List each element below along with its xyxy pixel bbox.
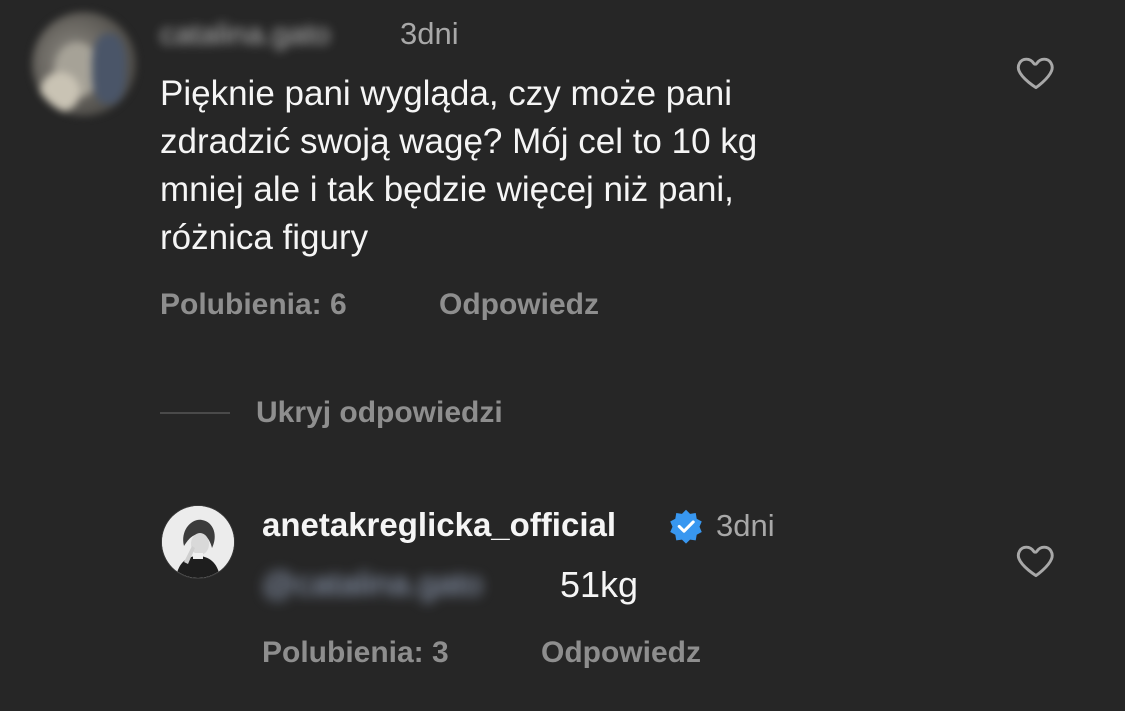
reply-author-avatar[interactable]	[162, 506, 234, 578]
comment-text-line: mniej ale i tak będzie więcej niż pani,	[160, 170, 734, 209]
reply-likes-count[interactable]: Polubienia: 3	[262, 634, 449, 672]
heart-outline-icon[interactable]	[1014, 50, 1058, 94]
hide-replies-button[interactable]: Ukryj odpowiedzi	[256, 394, 503, 432]
heart-outline-icon[interactable]	[1014, 538, 1058, 582]
divider-line	[160, 412, 230, 414]
comment-likes-count[interactable]: Polubienia: 6	[160, 286, 347, 324]
comment-text: Pięknie pani wygląda, czy może pani zdra…	[160, 70, 960, 262]
commenter-username[interactable]: catalina.gato	[160, 18, 330, 52]
comment-text-line: zdradzić swoją wagę? Mój cel to 10 kg	[160, 122, 758, 161]
reply-mention-link[interactable]: @catalina.gato	[262, 562, 483, 606]
commenter-avatar[interactable]	[32, 12, 136, 116]
comment-text-line: różnica figury	[160, 218, 369, 257]
comment-reply-button[interactable]: Odpowiedz	[439, 286, 599, 324]
comment-text-line: Pięknie pani wygląda, czy może pani	[160, 74, 732, 113]
comment-timestamp: 3dni	[400, 16, 459, 51]
reply-author-username[interactable]: anetakreglicka_official	[262, 504, 616, 546]
reply-timestamp: 3dni	[716, 508, 775, 543]
reply-reply-button[interactable]: Odpowiedz	[541, 634, 701, 672]
reply-text: 51kg	[560, 564, 639, 605]
verified-badge-icon	[668, 508, 704, 544]
